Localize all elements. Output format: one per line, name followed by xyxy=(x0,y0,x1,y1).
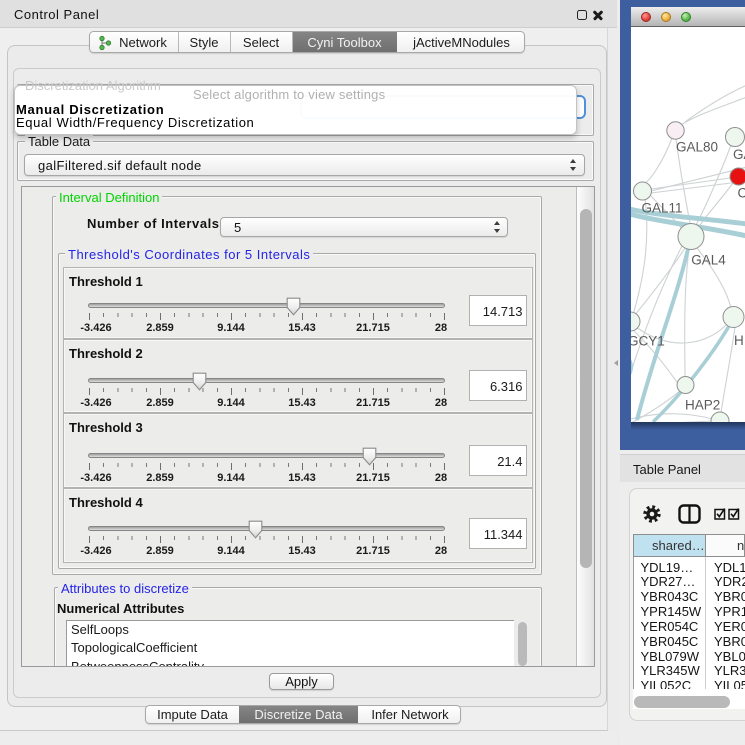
svg-text:GAL4: GAL4 xyxy=(691,253,726,268)
svg-text:GAL11: GAL11 xyxy=(642,201,683,216)
svg-text:C: C xyxy=(738,186,745,201)
svg-text:HAP2: HAP2 xyxy=(685,398,720,413)
svg-text:H: H xyxy=(734,333,744,348)
svg-text:GCY1: GCY1 xyxy=(631,334,665,349)
svg-text:GAL80: GAL80 xyxy=(676,140,718,155)
svg-text:GA: GA xyxy=(733,147,745,162)
